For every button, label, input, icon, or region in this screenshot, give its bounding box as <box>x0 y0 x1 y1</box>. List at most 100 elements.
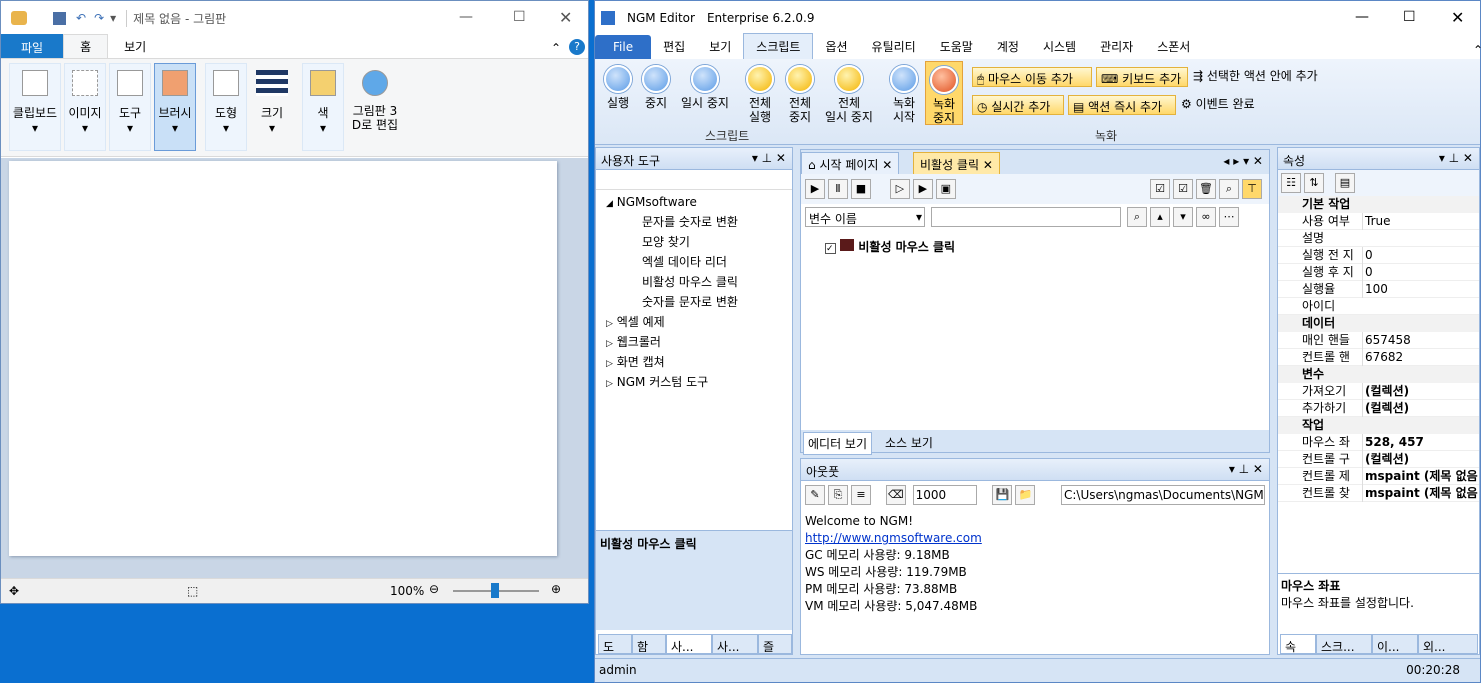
tree-root[interactable]: ◢ NGMsoftware <box>596 192 792 212</box>
undo-icon[interactable]: ↶ <box>76 11 86 25</box>
list-icon[interactable]: ≡ <box>851 485 871 505</box>
menu-admin[interactable]: 관리자 <box>1088 34 1145 59</box>
variable-select[interactable]: 변수 이름 ▾ <box>805 207 925 227</box>
play-all-button[interactable]: 전체 실행 <box>743 65 777 124</box>
minimize-button[interactable]: — <box>459 9 473 25</box>
add-in-selection-button[interactable]: ⇶ 선택한 액션 안에 추가 <box>1193 69 1318 83</box>
down-icon[interactable]: ▾ <box>1173 207 1193 227</box>
close-button[interactable]: ✕ <box>559 8 572 27</box>
property-row[interactable]: 실행율 100 <box>1278 281 1479 298</box>
categorized-icon[interactable]: ☷ <box>1281 173 1301 193</box>
record-stop-button[interactable]: 녹화 중지 <box>925 61 963 125</box>
property-row[interactable]: 설명 <box>1278 230 1479 247</box>
tree-folder[interactable]: ▷ NGM 커스텀 도구 <box>596 372 792 392</box>
run-window-icon[interactable]: ▣ <box>935 179 956 199</box>
add-mouse-move-button[interactable]: 🖱 마우스 이동 추가 <box>972 67 1092 87</box>
zoom-out-button[interactable]: ⊖ <box>429 582 439 596</box>
property-value[interactable]: 100 <box>1362 281 1388 298</box>
property-category[interactable]: 기본 작업 <box>1278 196 1479 213</box>
property-row[interactable]: 컨트롤 구 (컬렉션) <box>1278 451 1479 468</box>
menu-sponsor[interactable]: 스폰서 <box>1145 34 1202 59</box>
property-value[interactable]: (컬렉션) <box>1362 400 1409 417</box>
bottom-tab-3[interactable]: 사... <box>666 634 712 654</box>
stop-button[interactable]: 중지 <box>639 65 673 110</box>
variable-input[interactable] <box>931 207 1121 227</box>
ribbon-collapse-icon[interactable]: ⌃ <box>1461 39 1481 61</box>
property-category[interactable]: 데이터 <box>1278 315 1479 332</box>
menu-view[interactable]: 보기 <box>697 34 743 59</box>
tree-item[interactable]: 비활성 마우스 클릭 <box>596 272 792 292</box>
property-row[interactable]: 사용 여부 True <box>1278 213 1479 230</box>
bottom-tab-2[interactable]: 함 <box>632 634 666 654</box>
brushes-button[interactable]: 브러시 ▾ <box>154 63 196 151</box>
expanded-icon[interactable]: ◢ <box>606 199 613 209</box>
eraser-icon[interactable]: ⌫ <box>885 485 906 505</box>
paint3d-button[interactable]: 그림판 3 D로 편집 <box>347 63 403 151</box>
play-button[interactable]: 실행 <box>601 65 635 110</box>
menu-help[interactable]: 도움말 <box>928 34 985 59</box>
property-row[interactable]: 컨트롤 핸 67682 <box>1278 349 1479 366</box>
line-count-input[interactable]: 1000 <box>912 485 977 505</box>
tree-icon[interactable]: ⊤ <box>1242 179 1262 199</box>
prop-tab-3[interactable]: 이... <box>1372 634 1418 654</box>
collapsed-icon[interactable]: ▷ <box>606 339 613 349</box>
step-icon[interactable]: ▷ <box>889 179 910 199</box>
menu-system[interactable]: 시스템 <box>1031 34 1088 59</box>
record-start-button[interactable]: 녹화 시작 <box>887 65 921 124</box>
property-value[interactable]: mspaint (제목 없음 <box>1362 468 1478 485</box>
pause-icon[interactable]: Ⅱ <box>828 179 848 199</box>
property-row[interactable]: 실행 후 지 0 <box>1278 264 1479 281</box>
folder-icon[interactable]: 📁 <box>1015 485 1036 505</box>
property-row[interactable]: 가져오기 (컬렉션) <box>1278 383 1479 400</box>
collapsed-icon[interactable]: ▷ <box>606 359 613 369</box>
tools-button[interactable]: 도구 ▾ <box>109 63 151 151</box>
property-row[interactable]: 아이디 <box>1278 298 1479 315</box>
property-row[interactable]: 마우스 좌 528, 457 <box>1278 434 1479 451</box>
prop-tab-1[interactable]: 속 <box>1280 634 1316 654</box>
panel-controls-icon[interactable]: ▾ ⊥ ✕ <box>752 151 786 165</box>
save-icon[interactable]: 💾 <box>992 485 1013 505</box>
property-value[interactable]: mspaint (제목 없음 <box>1362 485 1478 502</box>
property-category[interactable]: 작업 <box>1278 417 1479 434</box>
checkbox[interactable]: ✓ <box>825 243 836 254</box>
stop-all-button[interactable]: 전체 중지 <box>783 65 817 124</box>
ngm-minimize-button[interactable]: — <box>1355 9 1369 25</box>
close-tab-icon[interactable]: ✕ <box>882 158 892 172</box>
bottom-tab-4[interactable]: 사... <box>712 634 758 654</box>
menu-script[interactable]: 스크립트 <box>743 33 814 59</box>
bottom-tab-1[interactable]: 도 <box>598 634 632 654</box>
website-link[interactable]: http://www.ngmsoftware.com <box>805 530 1265 547</box>
tree-folder[interactable]: ▷ 엑셀 예제 <box>596 312 792 332</box>
help-icon[interactable]: ? <box>569 39 585 55</box>
zoom-slider-thumb[interactable] <box>491 583 499 598</box>
log-path[interactable]: C:\Users\ngmas\Documents\NGM6\ <box>1061 485 1265 505</box>
check-icon[interactable]: ☑ <box>1173 179 1193 199</box>
tree-item[interactable]: 엑셀 데이타 리더 <box>596 252 792 272</box>
tree-folder[interactable]: ▷ 화면 캡쳐 <box>596 352 792 372</box>
property-row[interactable]: 실행 전 지 0 <box>1278 247 1479 264</box>
menu-utility[interactable]: 유틸리티 <box>860 34 928 59</box>
image-button[interactable]: 이미지 ▾ <box>64 63 106 151</box>
menu-account[interactable]: 계정 <box>985 34 1031 59</box>
property-value[interactable]: 657458 <box>1362 332 1411 349</box>
tree-item[interactable]: 모양 찾기 <box>596 232 792 252</box>
property-value[interactable]: 0 <box>1362 247 1373 264</box>
tab-home[interactable]: 홈 <box>63 34 109 58</box>
sort-az-icon[interactable]: ⇅ <box>1304 173 1324 193</box>
collapse-ribbon-icon[interactable]: ⌃ <box>551 41 561 55</box>
copy-icon[interactable]: ⎘ <box>828 485 848 505</box>
menu-edit[interactable]: 편집 <box>651 34 697 59</box>
pause-button[interactable]: 일시 중지 <box>677 65 733 110</box>
property-row[interactable]: 컨트롤 제 mspaint (제목 없음 <box>1278 468 1479 485</box>
redo-icon[interactable]: ↷ <box>94 11 104 25</box>
property-pages-icon[interactable]: ▤ <box>1335 173 1355 193</box>
run-one-icon[interactable]: ▶ <box>912 179 933 199</box>
prop-tab-2[interactable]: 스크... <box>1316 634 1372 654</box>
property-category[interactable]: 변수 <box>1278 366 1479 383</box>
tab-editor-view[interactable]: 에디터 보기 <box>803 432 873 455</box>
tab-nav-controls[interactable]: ◂ ▸ ▾ ✕ <box>1223 154 1263 168</box>
menu-options[interactable]: 옵션 <box>813 34 859 59</box>
pause-all-button[interactable]: 전체 일시 중지 <box>821 65 877 124</box>
colors-button[interactable]: 색 ▾ <box>302 63 344 151</box>
ngm-maximize-button[interactable]: ☐ <box>1403 9 1416 25</box>
